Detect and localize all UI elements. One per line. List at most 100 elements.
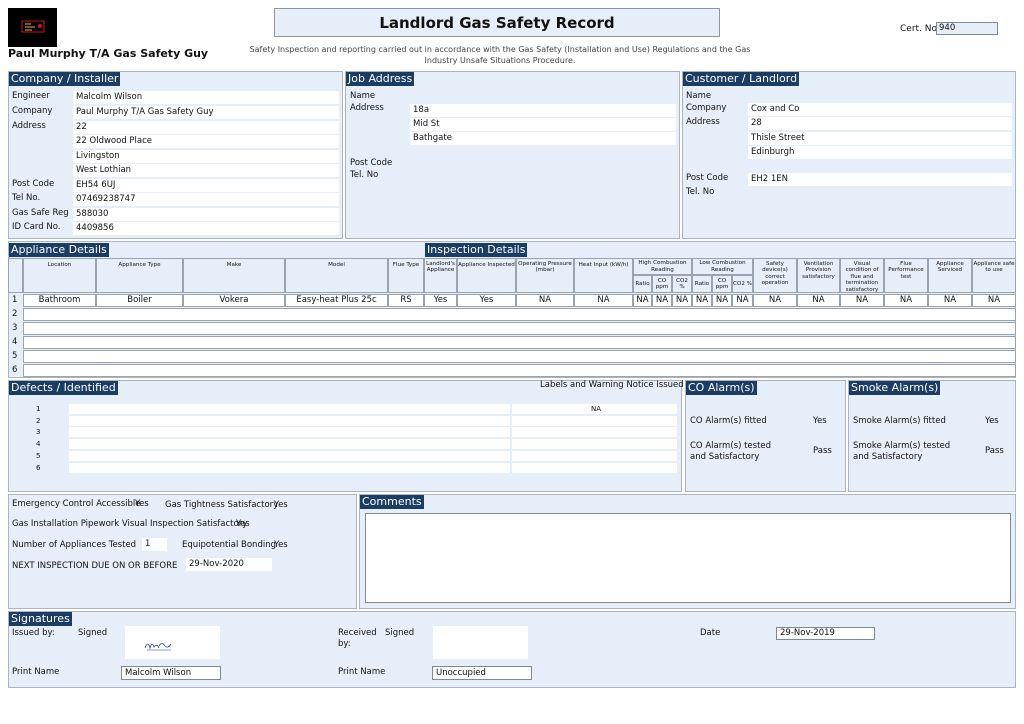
row-number: 3 [12, 323, 18, 333]
job-address-label: Address [350, 103, 384, 113]
engineer-field[interactable]: Malcolm Wilson [73, 91, 339, 104]
defect-row-number: 1 [36, 405, 41, 413]
num-appliances-field[interactable]: 1 [142, 538, 167, 551]
customer-postcode-field[interactable]: EH2 1EN [748, 173, 1012, 186]
customer-postcode-label: Post Code [686, 173, 729, 183]
next-inspection-field[interactable]: 29-Nov-2020 [186, 558, 272, 571]
num-appliances-label: Number of Appliances Tested [12, 540, 137, 550]
smoke-tested-label-1: Smoke Alarm(s) tested [853, 441, 951, 451]
company-field[interactable]: Paul Murphy T/A Gas Safety Guy [73, 106, 339, 119]
warning-notice-field[interactable] [512, 439, 677, 449]
col-header-safety-device: Safety device(s) correct operation [753, 258, 797, 293]
cert-number-field[interactable]: 940 [936, 22, 998, 35]
row-flue-type[interactable]: RS [388, 294, 424, 307]
defect-field[interactable] [69, 463, 510, 473]
row-visual-condition[interactable]: NA [840, 294, 884, 307]
row-appliance-serviced[interactable]: NA [928, 294, 972, 307]
row-operating-pressure[interactable]: NA [516, 294, 574, 307]
customer-company-field[interactable]: Cox and Co [748, 103, 1012, 116]
row-location[interactable]: Bathroom [23, 294, 96, 307]
co-fitted-label: CO Alarm(s) fitted [690, 416, 767, 426]
gas-safe-field[interactable]: 588030 [73, 208, 339, 221]
co-fitted-value[interactable]: Yes [813, 416, 827, 426]
job-address-title: Job Address [346, 72, 415, 86]
emergency-control-value[interactable]: Yes [135, 499, 149, 509]
smoke-tested-label-2: and Satisfactory [853, 452, 923, 462]
warning-notice-field[interactable]: NA [512, 404, 677, 414]
gas-tightness-value[interactable]: Yes [274, 500, 288, 510]
received-signature-box[interactable] [433, 626, 528, 659]
defect-field[interactable] [69, 416, 510, 426]
job-address-line-2[interactable]: Mid St [410, 118, 676, 131]
comments-textarea[interactable] [365, 513, 1011, 603]
col-header-low-combustion: Low Combustion Reading [692, 258, 753, 275]
row-high-ratio[interactable]: NA [633, 294, 652, 307]
received-print-name-label: Print Name [338, 667, 386, 677]
issued-signature-box[interactable] [125, 626, 220, 659]
col-header-visual-condition: Visual condition of flue and termination… [840, 258, 884, 293]
col-header-low-co2: CO2 % [732, 275, 753, 293]
row-landlords-appliance[interactable]: Yes [424, 294, 457, 307]
row-flue-performance[interactable]: NA [884, 294, 928, 307]
row-make[interactable]: Vokera [183, 294, 285, 307]
row-appliance-safe[interactable]: NA [972, 294, 1016, 307]
row-number: 1 [12, 295, 18, 305]
defect-field[interactable] [69, 427, 510, 437]
col-header-flue-type: Flue Type [388, 258, 424, 293]
table-row[interactable] [23, 308, 1016, 321]
smoke-fitted-value[interactable]: Yes [985, 416, 999, 426]
row-appliance-inspected[interactable]: Yes [457, 294, 516, 307]
postcode-field[interactable]: EH54 6UJ [73, 179, 339, 192]
customer-address-line-1[interactable]: 28 [748, 117, 1012, 130]
row-safety-device[interactable]: NA [753, 294, 797, 307]
warning-notice-field[interactable] [512, 463, 677, 473]
address-line-4[interactable]: West Lothian [73, 164, 339, 177]
signatures-title: Signatures [9, 612, 72, 626]
col-header-high-combustion: High Combustion Reading [633, 258, 692, 275]
defect-row-number: 2 [36, 417, 41, 425]
row-high-co-ppm[interactable]: NA [652, 294, 672, 307]
defect-field[interactable] [69, 451, 510, 461]
row-heat-input[interactable]: NA [574, 294, 633, 307]
job-address-line-3[interactable]: Bathgate [410, 132, 676, 145]
company-installer-title: Company / Installer [9, 72, 121, 86]
address-line-3[interactable]: Livingston [73, 150, 339, 163]
pipework-value[interactable]: Yes [236, 519, 250, 529]
row-high-co2[interactable]: NA [672, 294, 692, 307]
defect-field[interactable] [69, 404, 510, 414]
customer-address-line-2[interactable]: Thisle Street [748, 132, 1012, 145]
row-low-co2[interactable]: NA [732, 294, 753, 307]
table-row[interactable] [23, 350, 1016, 363]
row-appliance-type[interactable]: Boiler [96, 294, 183, 307]
logo-graphic [21, 20, 45, 33]
table-row[interactable] [23, 364, 1016, 377]
job-address-line-1[interactable]: 18a [410, 104, 676, 117]
defect-field[interactable] [69, 439, 510, 449]
bonding-value[interactable]: Yes [274, 540, 288, 550]
received-signed-label: Signed [385, 628, 415, 638]
tel-field[interactable]: 07469238747 [73, 193, 339, 206]
address-line-2[interactable]: 22 Oldwood Place [73, 135, 339, 148]
received-print-name-field[interactable]: Unoccupied [432, 666, 532, 680]
row-ventilation[interactable]: NA [797, 294, 840, 307]
address-line-1[interactable]: 22 [73, 121, 339, 134]
id-card-field[interactable]: 4409856 [73, 222, 339, 235]
warning-notice-field[interactable] [512, 451, 677, 461]
row-low-ratio[interactable]: NA [692, 294, 712, 307]
signature-date-field[interactable]: 29-Nov-2019 [776, 627, 875, 640]
customer-address-line-3[interactable]: Edinburgh [748, 146, 1012, 159]
co-tested-value[interactable]: Pass [813, 446, 832, 456]
table-row[interactable] [23, 336, 1016, 349]
warning-notice-field[interactable] [512, 416, 677, 426]
row-number: 4 [12, 337, 18, 347]
cert-label: Cert. No. [900, 24, 940, 34]
table-row[interactable] [23, 322, 1016, 335]
smoke-alarm-panel [848, 380, 1016, 492]
col-header-high-ratio: Ratio [633, 275, 652, 293]
issued-print-name-field[interactable]: Malcolm Wilson [121, 666, 221, 680]
row-model[interactable]: Easy-heat Plus 25c [285, 294, 388, 307]
smoke-tested-value[interactable]: Pass [985, 446, 1004, 456]
warning-notice-field[interactable] [512, 427, 677, 437]
postcode-label: Post Code [12, 179, 55, 189]
row-low-co-ppm[interactable]: NA [712, 294, 732, 307]
